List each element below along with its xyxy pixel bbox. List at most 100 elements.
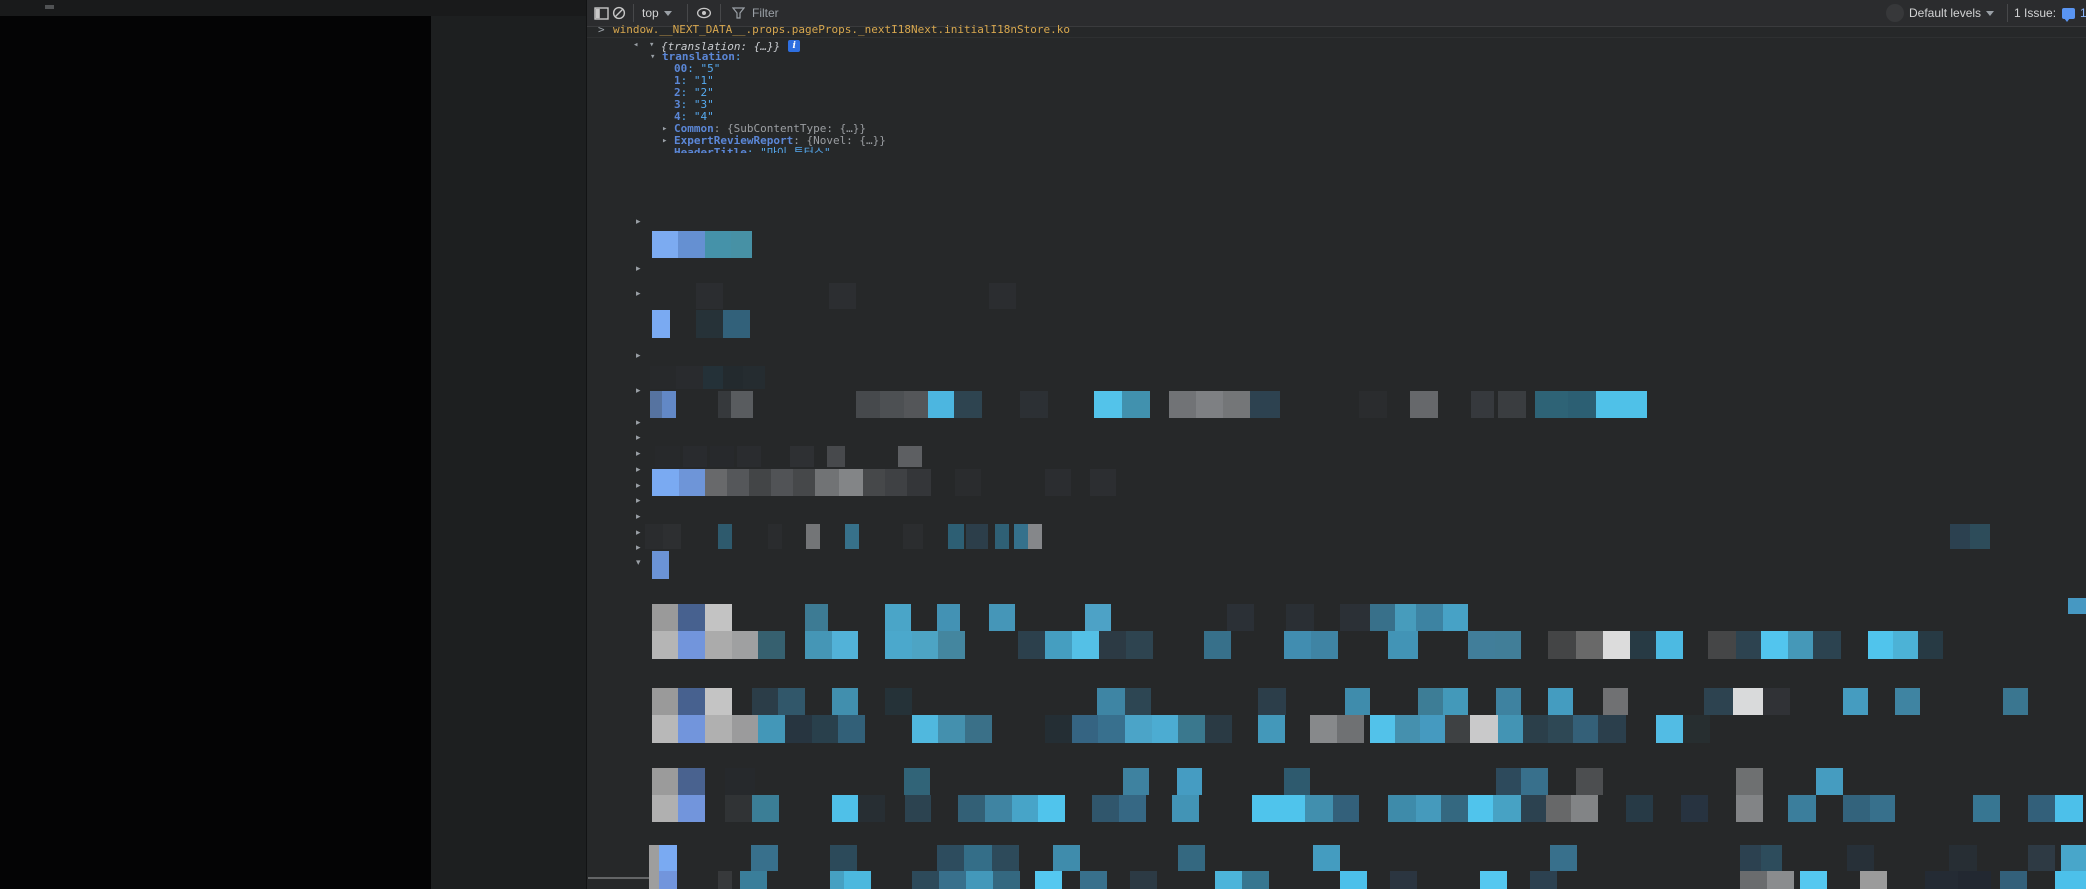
mosaic-cell — [805, 631, 832, 659]
mosaic-cell — [2028, 795, 2055, 822]
mosaic-cell — [676, 366, 703, 389]
mosaic-cell — [1204, 631, 1231, 659]
mosaic-cell — [1125, 688, 1151, 715]
disclosure-caret[interactable]: ▸ — [636, 417, 641, 427]
mosaic-cell — [659, 845, 677, 871]
mosaic-cell — [1468, 631, 1495, 659]
mosaic-cell — [1094, 391, 1122, 418]
mosaic-cell — [652, 768, 678, 795]
mosaic-cell — [1085, 604, 1111, 631]
mosaic-cell — [1090, 469, 1116, 496]
mosaic-cell — [785, 715, 812, 743]
mosaic-cell — [904, 391, 928, 418]
mosaic-cell — [1286, 604, 1314, 631]
mosaic-cell — [758, 715, 785, 743]
mosaic-cell — [732, 631, 758, 659]
disclosure-caret[interactable]: ▸ — [636, 288, 641, 298]
disclosure-caret[interactable]: ▾ — [650, 51, 655, 63]
mosaic-cell — [1305, 795, 1333, 822]
mosaic-cell — [752, 688, 778, 715]
mosaic-cell — [885, 631, 912, 659]
mosaic-cell — [737, 446, 761, 467]
mosaic-cell — [1227, 604, 1254, 631]
mosaic-cell — [1576, 768, 1603, 795]
disclosure-caret[interactable]: ▸ — [636, 542, 641, 552]
disclosure-caret[interactable]: ▸ — [636, 527, 641, 537]
mosaic-cell — [1736, 768, 1763, 795]
mosaic-cell — [1242, 871, 1269, 889]
mosaic-cell — [989, 283, 1016, 309]
mosaic-cell — [678, 688, 705, 715]
mosaic-cell — [995, 524, 1009, 549]
disclosure-caret[interactable]: ▸ — [636, 350, 641, 360]
tree-row: 00 : "5" — [587, 63, 2086, 75]
mosaic-cell — [1028, 524, 1042, 549]
mosaic-cell — [1626, 795, 1653, 822]
mosaic-cell — [718, 391, 731, 418]
mosaic-cell — [1603, 688, 1628, 715]
mosaic-cell — [1788, 631, 1813, 659]
mosaic-cell — [958, 795, 985, 822]
disclosure-caret[interactable]: ▾ — [636, 557, 641, 567]
mosaic-cell — [1169, 391, 1196, 418]
mosaic-cell — [1122, 391, 1150, 418]
mosaic-cell — [1523, 715, 1548, 743]
disclosure-caret[interactable]: ▸ — [636, 216, 641, 226]
disclosure-caret[interactable]: ▸ — [662, 135, 667, 147]
mosaic-cell — [829, 283, 856, 309]
mosaic-cell — [880, 391, 904, 418]
mosaic-cell — [705, 631, 732, 659]
mosaic-cell — [1178, 845, 1205, 871]
mosaic-cell — [1126, 631, 1153, 659]
disclosure-caret[interactable]: ▸ — [636, 432, 641, 442]
mosaic-cell — [1205, 715, 1232, 743]
disclosure-caret[interactable]: ▸ — [636, 495, 641, 505]
mosaic-cell — [2055, 871, 2086, 889]
tree-row: 1 : "1" — [587, 75, 2086, 87]
mosaic-cell — [1045, 631, 1072, 659]
mosaic-cell — [1441, 795, 1468, 822]
mosaic-cell — [1420, 715, 1445, 743]
disclosure-caret[interactable]: ▸ — [636, 263, 641, 273]
mosaic-cell — [696, 283, 723, 309]
disclosure-caret[interactable]: ▸ — [636, 511, 641, 521]
mosaic-cell — [827, 446, 845, 467]
mosaic-cell — [1390, 871, 1417, 889]
mosaic-cell — [1333, 795, 1359, 822]
disclosure-caret[interactable]: ▸ — [662, 123, 667, 135]
mosaic-cell — [1949, 845, 1977, 871]
mosaic-cell — [705, 231, 731, 258]
mosaic-cell — [1337, 715, 1364, 743]
mosaic-cell — [725, 795, 752, 822]
mosaic-cell — [1018, 631, 1045, 659]
tree-row: HeaderTitle : "마이 튜터스" — [587, 147, 2086, 154]
tree-row: ▾ translation : — [587, 51, 2086, 63]
mosaic-cell — [1925, 871, 1958, 889]
tree-row: 3 : "3" — [587, 99, 2086, 111]
disclosure-caret[interactable]: ▸ — [636, 464, 641, 474]
disclosure-caret[interactable]: ▸ — [636, 480, 641, 490]
mosaic-cell — [965, 715, 992, 743]
mosaic-cell — [954, 391, 982, 418]
mosaic-cell — [650, 366, 676, 389]
disclosure-caret[interactable]: ▸ — [636, 385, 641, 395]
mosaic-cell — [1970, 524, 1990, 549]
mosaic-cell — [1761, 631, 1788, 659]
disclosure-caret[interactable]: ▸ — [636, 448, 641, 458]
mosaic-cell — [652, 231, 678, 258]
mosaic-cell — [1958, 871, 1991, 889]
mosaic-cell — [727, 469, 749, 496]
mosaic-cell — [939, 871, 966, 889]
mosaic-cell — [710, 446, 734, 467]
page-top-dash — [45, 5, 54, 9]
mosaic-cell — [705, 604, 732, 631]
mosaic-cell — [662, 391, 676, 418]
mosaic-cell — [1868, 631, 1893, 659]
mosaic-cell — [1950, 524, 1970, 549]
mosaic-cell — [1152, 715, 1178, 743]
mosaic-cell — [1761, 845, 1782, 871]
mosaic-cell — [1548, 715, 1573, 743]
mosaic-cell — [1496, 768, 1521, 795]
mosaic-cell — [771, 469, 793, 496]
mosaic-cell — [937, 845, 964, 871]
